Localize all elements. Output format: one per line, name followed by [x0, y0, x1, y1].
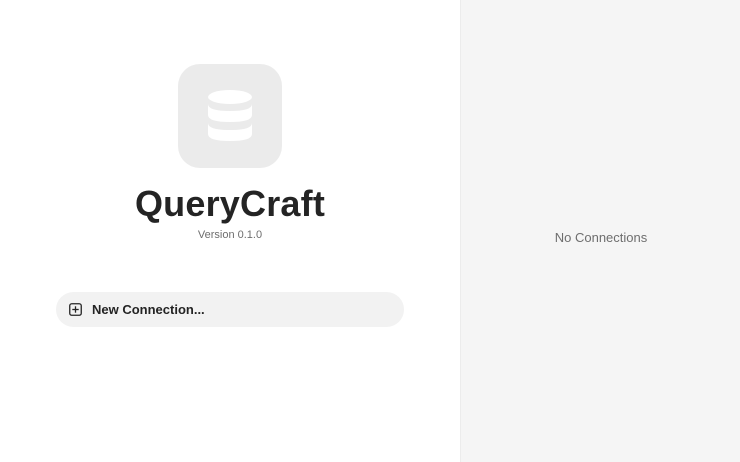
app-version: Version 0.1.0 [197, 229, 263, 241]
database-icon [208, 90, 252, 141]
new-connection-button[interactable]: New Connection... [56, 292, 404, 327]
app-title: QueryCraft [134, 183, 326, 224]
new-connection-label: New Connection... [92, 302, 205, 317]
empty-state-label: No Connections [554, 230, 648, 245]
connections-list-pane[interactable]: No Connections [460, 0, 740, 462]
welcome-pane: QueryCraft Version 0.1.0 New Connection.… [0, 0, 460, 462]
app-icon-tile [178, 64, 282, 168]
welcome-window: QueryCraft Version 0.1.0 New Connection.… [0, 0, 740, 462]
plus-square-icon [69, 303, 82, 316]
